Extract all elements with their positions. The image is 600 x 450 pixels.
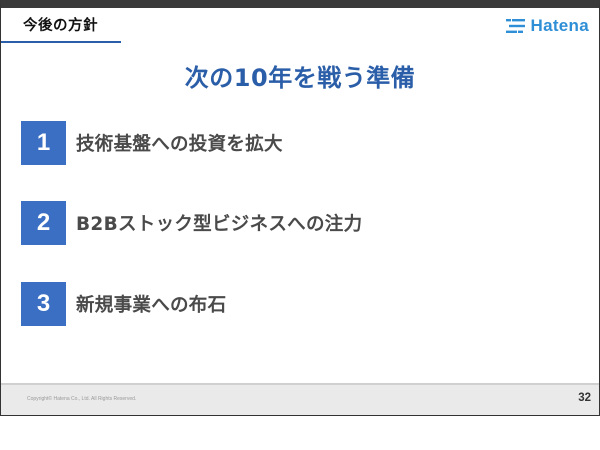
hatena-logo-mark-icon [505,19,525,33]
item-number-badge: 3 [21,282,66,326]
section-title: 今後の方針 [23,18,98,34]
list-item: 3 新規事業への布石 [21,282,226,326]
copyright-text: Copyright© Hatena Co., Ltd. All Rights R… [27,396,137,402]
logo-text: Hatena [530,16,589,35]
item-number-badge: 1 [21,121,66,165]
slide-headline: 次の10年を戦う準備 [184,64,416,92]
list-item: 2 B2Bストック型ビジネスへの注力 [21,201,362,245]
item-number-badge: 2 [21,201,66,245]
list-item: 1 技術基盤への投資を拡大 [21,121,283,165]
item-text: 技術基盤への投資を拡大 [76,134,283,155]
item-text: B2Bストック型ビジネスへの注力 [76,214,363,235]
slide-footer: Copyright© Hatena Co., Ltd. All Rights R… [1,383,599,415]
item-text: 新規事業への布石 [76,295,227,316]
page-number: 32 [578,392,591,404]
slide-header: 今後の方針 Hatena [1,8,599,43]
slide: 今後の方針 Hatena 次の10年を戦う準備 1 技術基盤への投資を拡大 2 … [0,0,600,416]
section-underline [1,41,121,43]
hatena-logo: Hatena [505,15,590,37]
